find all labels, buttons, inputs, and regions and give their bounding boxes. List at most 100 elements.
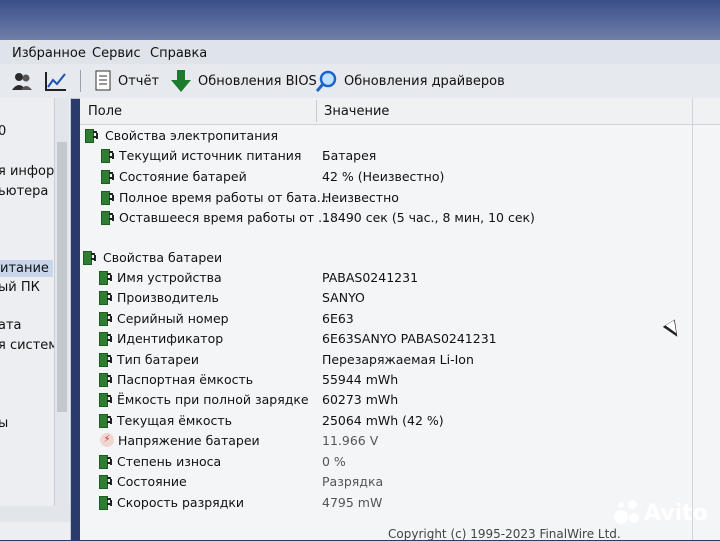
tree-item[interactable]: я систем xyxy=(0,338,58,353)
row-value: 6E63SANYO PABAS0241231 xyxy=(322,330,497,346)
row-label: Производитель xyxy=(117,289,219,305)
report-icon xyxy=(95,70,111,91)
row-label: Полное время работы от бата... xyxy=(119,189,329,205)
section-title: Свойства электропитания xyxy=(105,127,279,143)
table-row[interactable]: Имя устройства PABAS0241231 xyxy=(98,267,418,287)
row-label: Паспортная ёмкость xyxy=(117,371,254,387)
toolbar: Отчёт Обновления BIOS Обновления драйвер… xyxy=(0,64,720,99)
download-arrow-icon xyxy=(171,70,191,92)
table-row[interactable]: Тип батареи Перезаряжаемая Li-Ion xyxy=(98,349,474,369)
driver-updates-button[interactable]: Обновления драйверов xyxy=(316,68,505,94)
row-value: Батарея xyxy=(322,147,377,163)
table-row[interactable]: Скорость разрядки 4795 mW xyxy=(98,492,382,512)
column-divider[interactable] xyxy=(316,100,317,122)
tree-horizontal-scrollbar[interactable] xyxy=(0,506,70,522)
row-value: SANYO xyxy=(322,289,365,305)
users-icon xyxy=(12,73,32,90)
table-row[interactable]: Состояние Разрядка xyxy=(98,471,383,491)
details-pane: Поле Значение Свойства электропитания Те… xyxy=(80,98,720,540)
table-row[interactable]: Оставшееся время работы от ... 18490 сек… xyxy=(100,207,535,227)
row-value: 60273 mWh xyxy=(322,391,399,407)
battery-plug-icon xyxy=(100,190,116,205)
battery-plug-icon xyxy=(98,454,114,469)
window-titlebar xyxy=(0,0,720,40)
row-value: Перезаряжаемая Li-Ion xyxy=(322,351,474,367)
menu-service[interactable]: Сервис xyxy=(92,46,141,61)
battery-plug-icon xyxy=(100,148,116,163)
tree-item[interactable]: 0 xyxy=(0,124,6,139)
table-row[interactable]: Полное время работы от бата... Неизвестн… xyxy=(100,187,399,207)
tree-item[interactable]: ый ПК xyxy=(0,280,40,295)
battery-plug-icon xyxy=(84,128,100,143)
voltage-lightning-icon: ⚡ xyxy=(100,433,114,447)
battery-section-header[interactable]: Свойства батареи xyxy=(82,247,222,267)
table-row[interactable]: Текущий источник питания Батарея xyxy=(100,145,376,165)
avito-logo-icon xyxy=(614,500,640,526)
tree-vertical-scrollbar[interactable] xyxy=(54,98,69,508)
scrollbar-thumb[interactable] xyxy=(57,142,67,412)
battery-plug-icon xyxy=(98,474,114,489)
row-label: Текущий источник питания xyxy=(119,147,302,163)
copyright-text: Copyright (c) 1995-2023 FinalWire Ltd. xyxy=(388,527,621,541)
tree-item-selected[interactable]: итание xyxy=(0,260,53,277)
tree-item[interactable]: ата xyxy=(0,318,22,333)
battery-plug-icon xyxy=(100,210,116,225)
row-label: Ёмкость при полной зарядке xyxy=(117,391,309,407)
section-title: Свойства батареи xyxy=(103,249,223,265)
details-vertical-scrollbar[interactable] xyxy=(692,98,709,540)
battery-plug-icon xyxy=(98,270,114,285)
table-row[interactable]: Ёмкость при полной зарядке 60273 mWh xyxy=(98,389,398,409)
report-label: Отчёт xyxy=(118,73,160,89)
row-value: 42 % (Неизвестно) xyxy=(322,168,445,184)
row-value: Разрядка xyxy=(322,473,384,489)
menu-help[interactable]: Справка xyxy=(150,46,207,61)
column-header-value[interactable]: Значение xyxy=(324,104,389,119)
table-row[interactable]: Идентификатор 6E63SANYO PABAS0241231 xyxy=(98,328,497,348)
table-row[interactable]: Производитель SANYO xyxy=(98,287,365,307)
battery-plug-icon xyxy=(98,311,114,326)
row-label: Степень износа xyxy=(117,453,222,469)
battery-plug-icon xyxy=(98,495,114,510)
row-label: Напряжение батареи xyxy=(118,432,260,448)
battery-plug-icon xyxy=(98,413,114,428)
bios-updates-button[interactable]: Обновления BIOS xyxy=(170,68,317,94)
power-section-header[interactable]: Свойства электропитания xyxy=(84,125,278,145)
column-header-field[interactable]: Поле xyxy=(88,104,122,119)
row-label: Идентификатор xyxy=(117,330,224,346)
table-row[interactable]: Текущая ёмкость 25064 mWh (42 %) xyxy=(98,410,444,430)
row-value: 0 % xyxy=(322,453,346,469)
battery-plug-icon xyxy=(98,352,114,367)
benchmark-button[interactable] xyxy=(44,68,68,94)
row-label: Серийный номер xyxy=(117,310,229,326)
row-label: Текущая ёмкость xyxy=(117,412,233,428)
toolbar-divider xyxy=(80,70,81,92)
table-row[interactable]: Паспортная ёмкость 55944 mWh xyxy=(98,369,398,389)
row-value: 25064 mWh (42 %) xyxy=(322,412,444,428)
magnifier-icon xyxy=(316,70,337,92)
users-button[interactable] xyxy=(10,68,34,94)
driver-updates-label: Обновления драйверов xyxy=(344,73,505,89)
battery-plug-icon xyxy=(98,372,114,387)
table-row[interactable]: Серийный номер 6E63 xyxy=(98,308,354,328)
table-header: Поле Значение xyxy=(80,98,720,125)
tree-item[interactable]: я инфор xyxy=(0,164,54,179)
avito-watermark: Avito xyxy=(614,500,708,526)
battery-plug-icon xyxy=(82,250,98,265)
row-label: Тип батареи xyxy=(117,351,199,367)
row-label: Имя устройства xyxy=(117,269,222,285)
row-value: 18490 сек (5 час., 8 мин, 10 сек) xyxy=(322,209,535,225)
tree-item[interactable]: ы xyxy=(0,416,8,431)
row-label: Состояние батарей xyxy=(119,168,247,184)
row-value: 55944 mWh xyxy=(322,371,399,387)
table-row[interactable]: Степень износа 0 % xyxy=(98,451,346,471)
table-row[interactable]: ⚡ Напряжение батареи 11.966 V xyxy=(100,430,378,450)
battery-plug-icon xyxy=(98,290,114,305)
row-value: PABAS0241231 xyxy=(322,269,419,285)
row-value: 11.966 V xyxy=(322,432,379,448)
menu-favorites[interactable]: Избранное xyxy=(12,46,86,61)
table-row[interactable]: Состояние батарей 42 % (Неизвестно) xyxy=(100,166,444,186)
report-button[interactable]: Отчёт xyxy=(94,68,159,94)
battery-plug-icon xyxy=(98,331,114,346)
tree-item[interactable]: ьютера xyxy=(0,184,48,199)
row-value: 6E63 xyxy=(322,310,354,326)
